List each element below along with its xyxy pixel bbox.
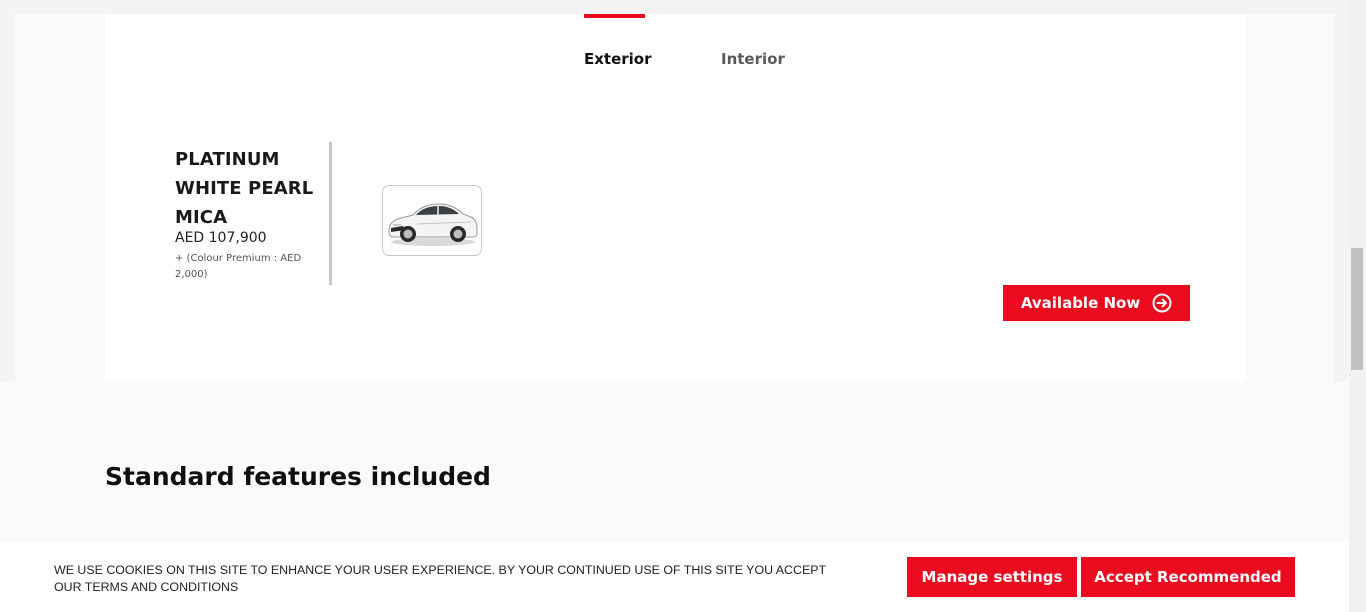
section-heading-standard-features: Standard features included [105, 462, 491, 491]
cookie-notice-text: WE USE COOKIES ON THIS SITE TO ENHANCE Y… [54, 563, 826, 594]
colour-name-line: WHITE PEARL [175, 178, 314, 199]
accept-recommended-button[interactable]: Accept Recommended [1081, 557, 1295, 597]
active-tab-indicator [584, 14, 645, 18]
scrollbar-thumb[interactable] [1351, 248, 1363, 370]
colour-name: PLATINUM WHITE PEARL MICA [175, 145, 315, 232]
car-thumbnail-icon [388, 203, 478, 246]
arrow-right-circle-icon [1152, 293, 1172, 313]
colour-name-line: PLATINUM [175, 149, 280, 170]
tab-interior-label: Interior [721, 50, 785, 68]
available-now-button[interactable]: Available Now [1003, 285, 1190, 321]
available-now-label: Available Now [1020, 294, 1141, 312]
manage-settings-button[interactable]: Manage settings [907, 557, 1077, 597]
cookie-banner: WE USE COOKIES ON THIS SITE TO ENHANCE Y… [0, 542, 1349, 612]
tab-interior[interactable]: Interior [721, 14, 785, 84]
colour-info: PLATINUM WHITE PEARL MICA AED 107,900 + … [175, 145, 315, 283]
tab-exterior[interactable]: Exterior [584, 14, 652, 84]
scrollbar[interactable] [1349, 0, 1366, 612]
colour-premium-note: + (Colour Premium : AED 2,000) [175, 253, 302, 280]
colour-swatch-platinum-white[interactable] [382, 185, 482, 256]
tab-exterior-label: Exterior [584, 50, 652, 68]
colour-price: AED 107,900 [175, 230, 267, 246]
vertical-divider [329, 142, 332, 285]
